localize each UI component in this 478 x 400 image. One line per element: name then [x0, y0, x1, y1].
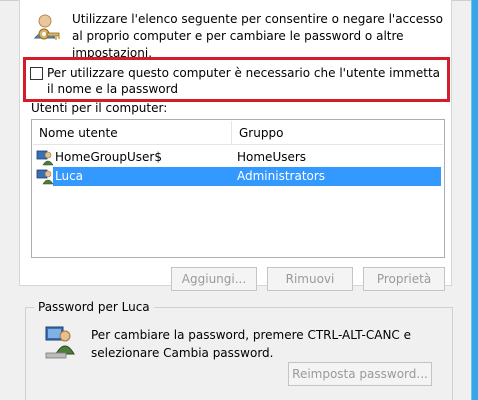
- column-header-group[interactable]: Gruppo: [233, 121, 443, 145]
- row-group: HomeUsers: [237, 150, 307, 164]
- user-icon: [36, 168, 54, 185]
- password-group-title: Password per Luca: [34, 300, 154, 314]
- row-username: Luca: [55, 169, 84, 183]
- user-keyboard-icon: [44, 324, 76, 360]
- column-header-username[interactable]: Nome utente: [33, 121, 232, 145]
- users-list-label: Utenti per il computer:: [31, 101, 168, 115]
- table-row-selected[interactable]: Luca Administrators: [33, 167, 443, 186]
- require-login-checkbox[interactable]: [30, 67, 43, 80]
- password-change-instructions: Per cambiare la password, premere CTRL-A…: [91, 328, 411, 360]
- intro-description: Utilizzare l'elenco seguente per consent…: [72, 12, 443, 60]
- require-login-label: Per utilizzare questo computer è necessa…: [47, 66, 441, 96]
- table-row[interactable]: HomeGroupUser$ HomeUsers: [33, 148, 443, 167]
- properties-button[interactable]: Proprietà: [363, 267, 445, 291]
- reset-password-button[interactable]: Reimposta password...: [288, 362, 432, 386]
- listview-header: Nome utente Gruppo: [33, 121, 443, 145]
- row-group: Administrators: [237, 169, 326, 183]
- remove-user-button[interactable]: Rimuovi: [267, 267, 353, 291]
- add-user-button[interactable]: Aggiungi...: [171, 267, 257, 291]
- users-icon: [33, 12, 65, 46]
- users-listview[interactable]: Nome utente Gruppo HomeGroupUser$ HomeUs…: [31, 119, 445, 258]
- row-username: HomeGroupUser$: [55, 150, 162, 164]
- window-frame-border: [471, 0, 478, 400]
- user-icon: [36, 149, 54, 166]
